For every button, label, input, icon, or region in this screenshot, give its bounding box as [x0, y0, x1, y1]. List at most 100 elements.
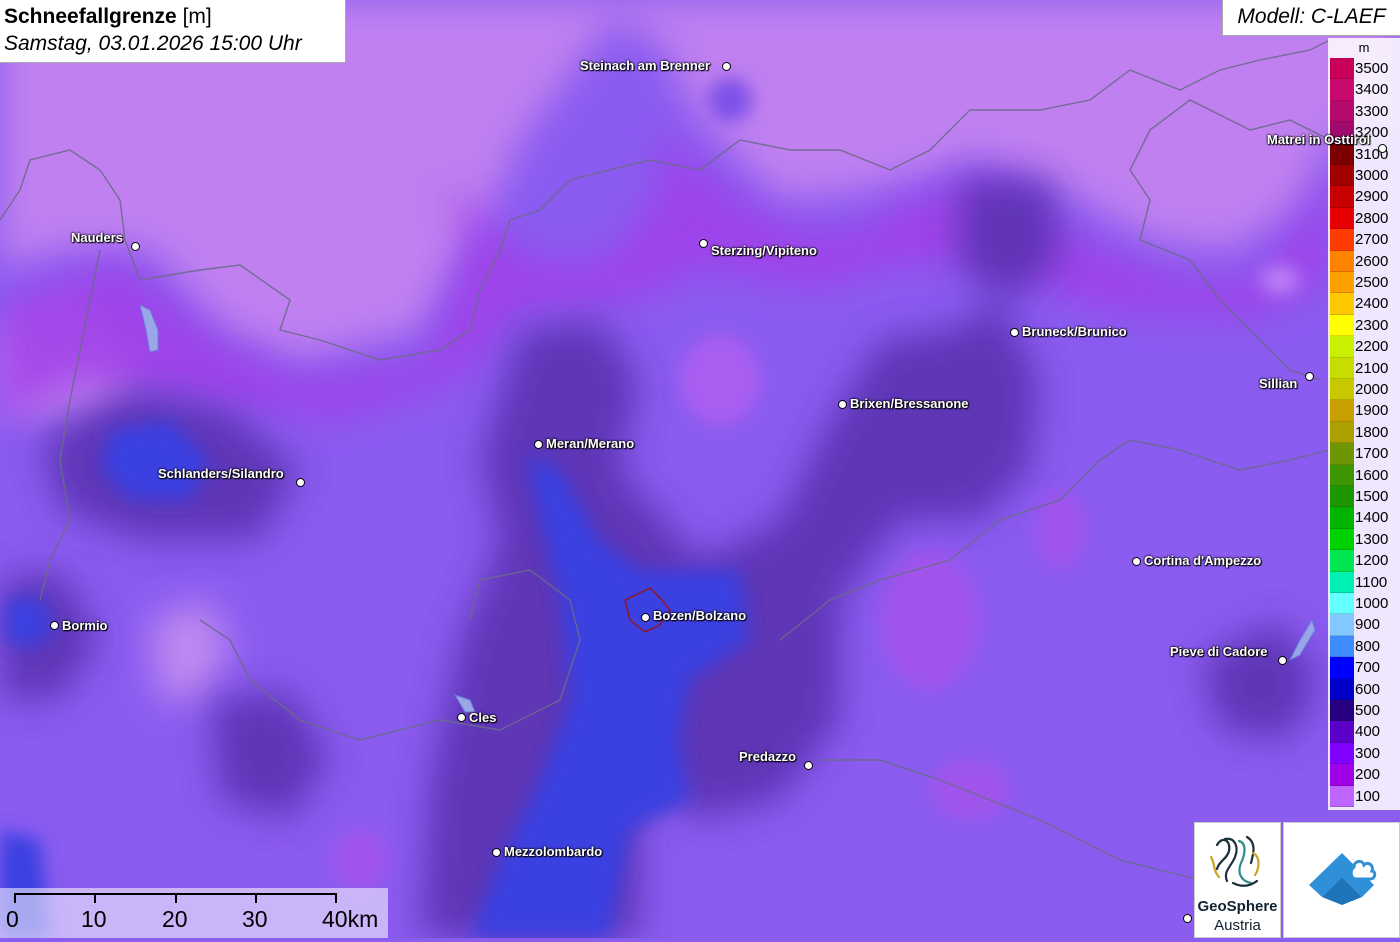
city-label[interactable]: Brixen/Bressanone — [850, 396, 969, 411]
scale-label: 30 — [242, 906, 268, 932]
legend-value: 100 — [1355, 787, 1381, 805]
legend-entry: 1600 — [1328, 464, 1400, 486]
city-label[interactable]: Schlanders/Silandro — [158, 466, 284, 481]
legend-entry: 2000 — [1328, 379, 1400, 401]
legend-entry: 2100 — [1328, 357, 1400, 379]
city-marker[interactable] — [1010, 328, 1019, 337]
legend-value: 3300 — [1355, 102, 1389, 120]
title-box: Schneefallgrenze [m] Samstag, 03.01.2026… — [0, 0, 346, 63]
geosphere-logo[interactable]: GeoSphere Austria — [1194, 822, 1281, 938]
legend-entry: 900 — [1328, 614, 1400, 636]
legend-value: 2300 — [1355, 316, 1389, 334]
legend-entry: 2700 — [1328, 229, 1400, 251]
legend-entry: 2800 — [1328, 207, 1400, 230]
city-marker[interactable] — [699, 239, 708, 248]
legend-value: 2600 — [1355, 252, 1389, 270]
city-marker[interactable] — [722, 62, 731, 71]
legend-value: 3000 — [1355, 167, 1389, 184]
legend-entry: 400 — [1328, 721, 1400, 743]
legend-swatch — [1330, 314, 1354, 337]
city-label[interactable]: Steinach am Brenner — [580, 58, 710, 73]
legend-value: 1800 — [1355, 423, 1389, 441]
city-marker[interactable] — [492, 848, 501, 857]
city-label[interactable]: Meran/Merano — [546, 436, 634, 451]
model-label: Modell: C-LAEF — [1222, 0, 1400, 36]
legend-swatch — [1330, 700, 1354, 722]
city-label[interactable]: Bormio — [62, 618, 108, 633]
legend-entry: 3300 — [1328, 100, 1400, 123]
city-marker[interactable] — [641, 613, 650, 622]
city-marker[interactable] — [1305, 372, 1314, 381]
city-label[interactable]: Bozen/Bolzano — [653, 608, 746, 623]
legend-value: 1700 — [1355, 445, 1389, 463]
legend-swatch — [1330, 443, 1354, 465]
city-marker[interactable] — [1132, 557, 1141, 566]
city-marker[interactable] — [804, 761, 813, 770]
weather-app-logo[interactable] — [1283, 822, 1400, 938]
legend-value: 2200 — [1355, 338, 1389, 356]
city-marker[interactable] — [457, 713, 466, 722]
scale-label: 10 — [81, 906, 107, 932]
city-label[interactable]: Sillian — [1259, 376, 1297, 391]
legend-swatch — [1330, 400, 1354, 422]
scale-bar: 0 10 20 30 40km — [0, 888, 388, 938]
house-cloud-icon — [1309, 853, 1377, 905]
legend-entry: 600 — [1328, 678, 1400, 700]
city-marker[interactable] — [1183, 914, 1192, 923]
color-legend: m 3500 3400 3300 3200 3100 3000 2900 2800 2700 26… — [1328, 38, 1400, 810]
legend-entry: 500 — [1328, 700, 1400, 722]
city-marker[interactable] — [838, 400, 847, 409]
scale-tick — [255, 893, 257, 903]
city-marker[interactable] — [50, 621, 59, 630]
map-title: Schneefallgrenze — [4, 5, 177, 28]
legend-value: 1600 — [1355, 466, 1389, 484]
legend-value: 1400 — [1355, 509, 1389, 527]
city-marker[interactable] — [534, 440, 543, 449]
legend-swatch — [1330, 229, 1354, 251]
legend-entry: 1400 — [1328, 507, 1400, 529]
legend-unit: m — [1358, 40, 1370, 55]
scale-tick — [335, 893, 337, 903]
city-label[interactable]: Cortina d'Ampezzo — [1144, 553, 1261, 568]
legend-value: 2400 — [1355, 295, 1389, 313]
legend-swatch — [1330, 58, 1354, 80]
legend-swatch — [1330, 336, 1354, 358]
legend-value: 3400 — [1355, 81, 1389, 99]
city-label[interactable]: Sterzing/Vipiteno — [711, 243, 817, 258]
city-label[interactable]: Pieve di Cadore — [1170, 644, 1268, 659]
city-marker[interactable] — [296, 478, 305, 487]
legend-swatch — [1330, 764, 1354, 786]
legend-swatch — [1330, 721, 1354, 743]
map-title-unit: [m] — [182, 5, 212, 28]
legend-value: 800 — [1355, 637, 1381, 655]
legend-value: 500 — [1355, 702, 1381, 719]
city-label[interactable]: Nauders — [71, 230, 123, 245]
geosphere-wordmark: GeoSphere Austria — [1197, 898, 1278, 934]
legend-entry: 1900 — [1328, 400, 1400, 422]
scale-tick — [14, 893, 16, 903]
legend-value: 2500 — [1355, 274, 1389, 291]
city-label[interactable]: Predazzo — [739, 749, 796, 764]
legend-value: 200 — [1355, 766, 1381, 784]
legend-value: 1300 — [1355, 530, 1389, 548]
legend-value: 2700 — [1355, 231, 1389, 249]
legend-entry: 2500 — [1328, 272, 1400, 294]
city-marker[interactable] — [1278, 656, 1287, 665]
legend-entry: 3400 — [1328, 79, 1400, 101]
scale-tick — [94, 893, 96, 903]
legend-entry: 1100 — [1328, 571, 1400, 593]
city-label[interactable]: Bruneck/Brunico — [1022, 324, 1127, 339]
legend-swatch — [1330, 379, 1354, 401]
scale-label: 0 — [6, 906, 19, 932]
legend-entry: 3500 — [1328, 58, 1400, 80]
legend-swatch — [1330, 421, 1354, 444]
legend-entry: 1800 — [1328, 421, 1400, 444]
city-label[interactable]: Cles — [469, 710, 496, 725]
city-marker[interactable] — [131, 242, 140, 251]
legend-swatch — [1330, 293, 1354, 315]
legend-swatch — [1330, 100, 1354, 123]
city-marker[interactable] — [1378, 144, 1387, 153]
city-label[interactable]: Mezzolombardo — [504, 844, 602, 859]
city-label[interactable]: Matrei in Osttirol — [1267, 132, 1370, 147]
legend-value: 400 — [1355, 723, 1381, 741]
